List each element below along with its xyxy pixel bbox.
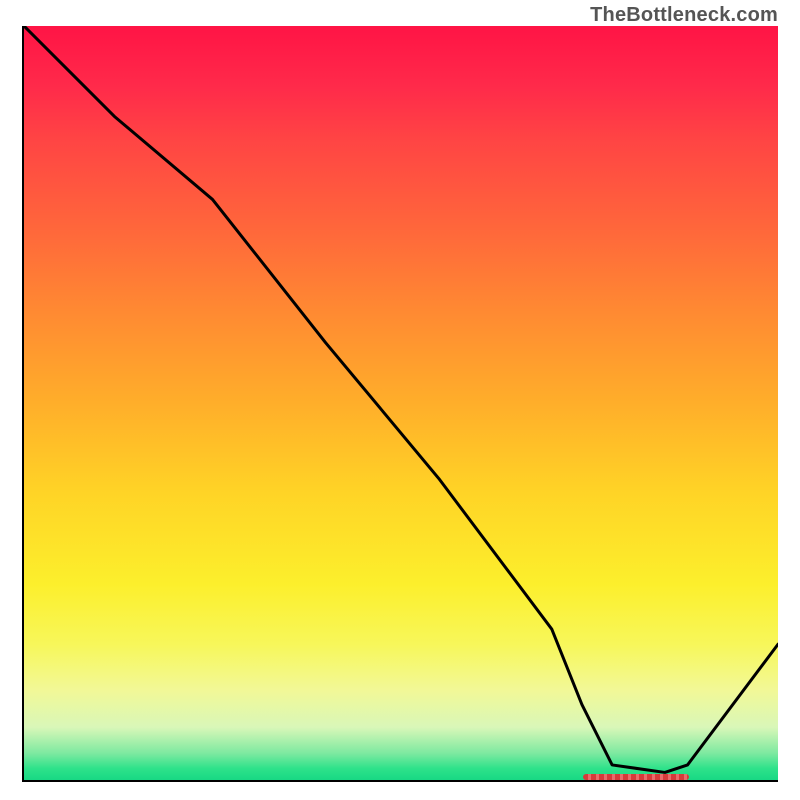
ideal-zone-marker (583, 774, 689, 780)
chart-area (22, 26, 778, 782)
watermark-text: TheBottleneck.com (590, 4, 778, 27)
bottleneck-curve-line (24, 26, 778, 780)
